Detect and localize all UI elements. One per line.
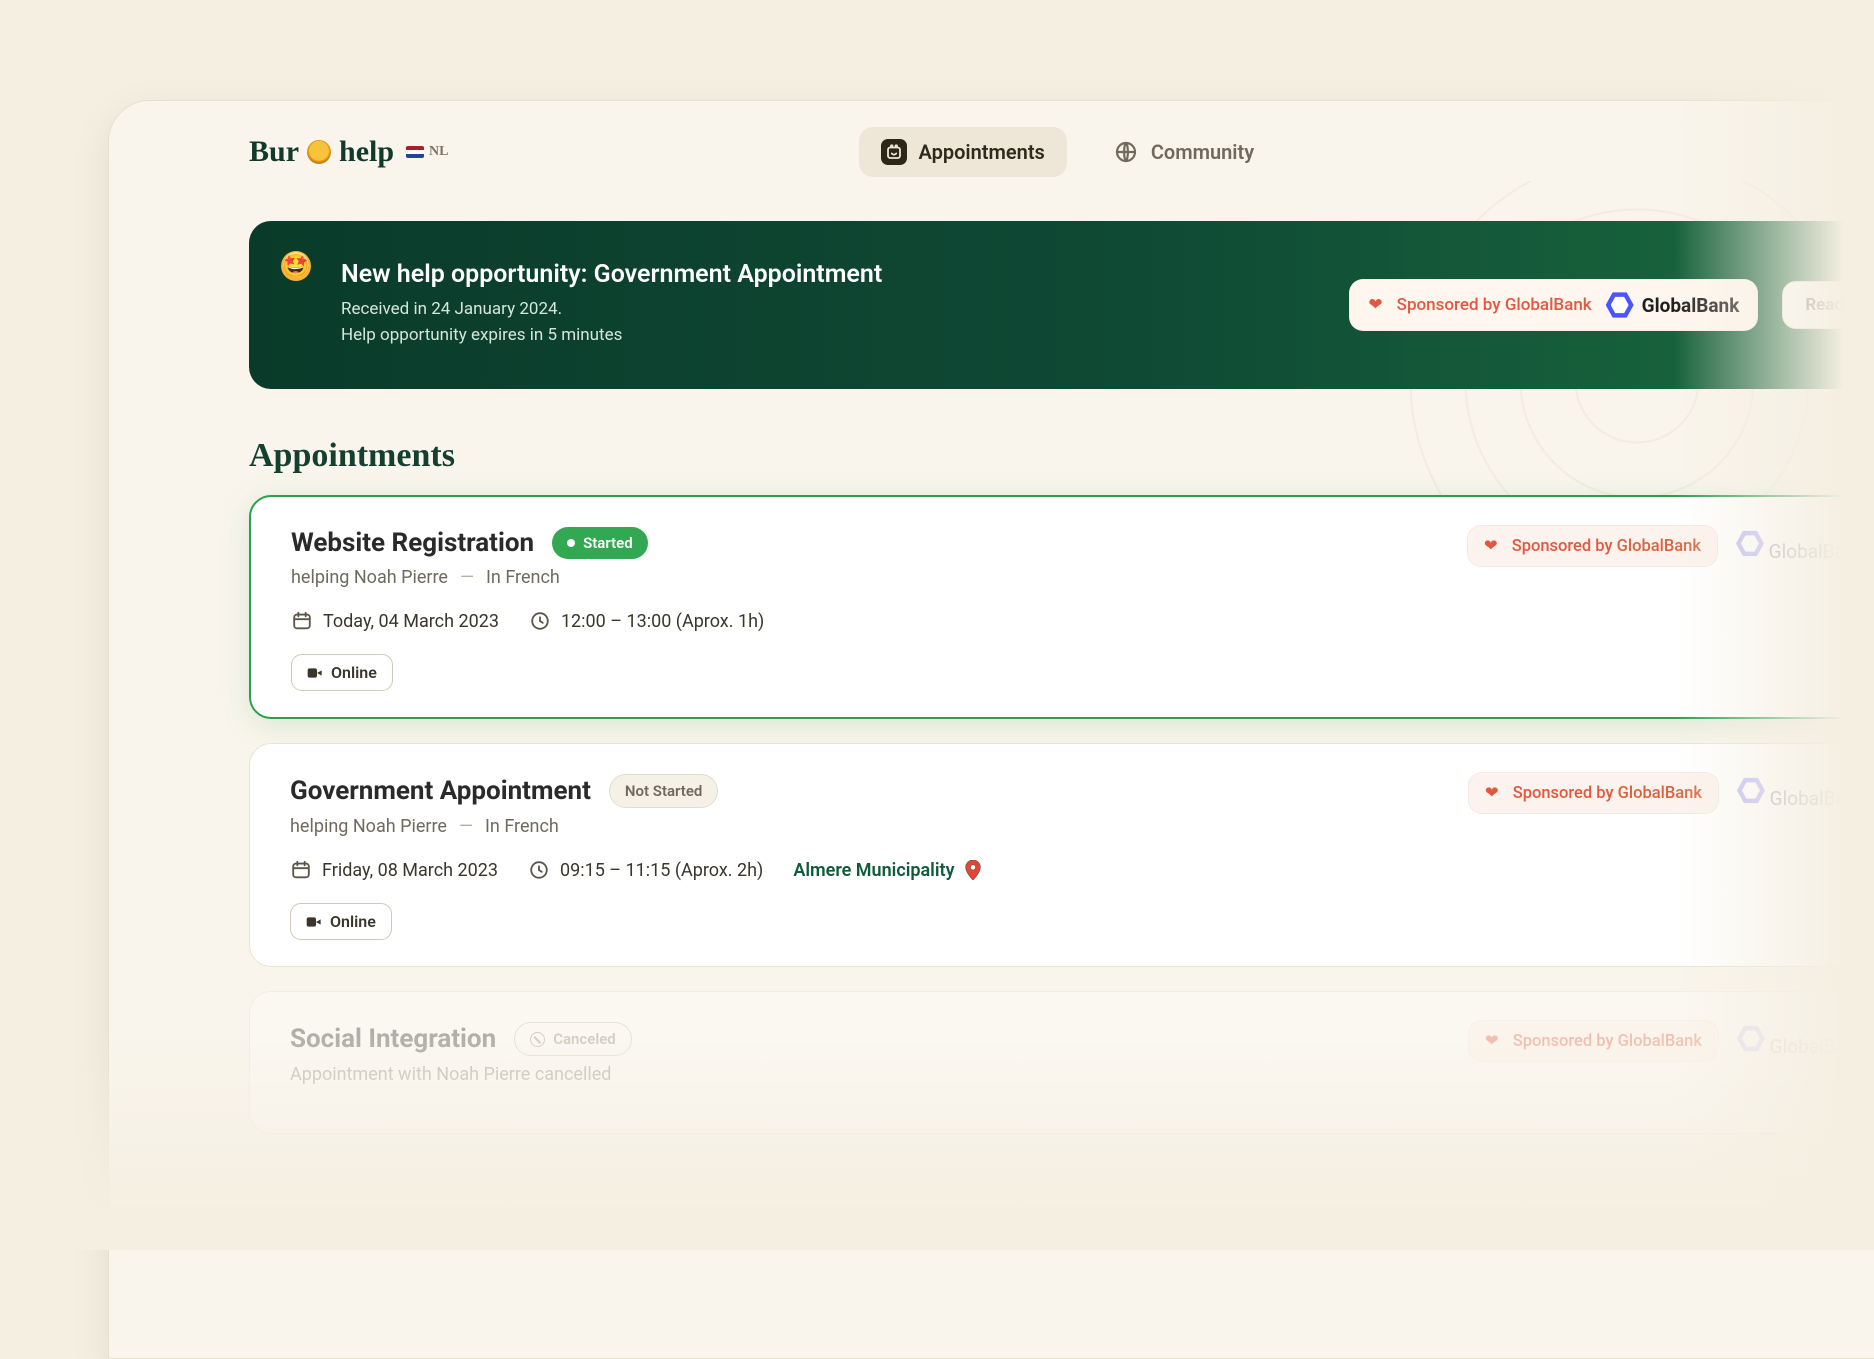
card-sponsor: ❤ Sponsored by GlobalBank GlobalBank	[1467, 525, 1865, 567]
card-time: 12:00 – 13:00 (Aprox. 1h)	[529, 610, 764, 632]
card-sponsor: ❤ Sponsored by GlobalBank GlobalBank	[1468, 772, 1866, 814]
status-label: Canceled	[553, 1030, 616, 1048]
card-subtitle: helping Noah Pierre—In French	[291, 567, 1835, 588]
card-title: Website Registration	[291, 528, 534, 558]
card-sub-lang: In French	[486, 567, 560, 588]
top-bar: Burhelp NL Appointments Commun	[109, 101, 1874, 197]
brand-icon	[307, 140, 331, 164]
card-sponsor-chip[interactable]: ❤ Sponsored by GlobalBank	[1468, 1020, 1719, 1062]
status-badge-canceled: Canceled	[514, 1022, 632, 1056]
star-eyes-icon	[281, 251, 311, 281]
status-label: Not Started	[625, 782, 702, 800]
appointment-card[interactable]: Website Registration Started helping Noa…	[249, 495, 1874, 719]
heart-icon: ❤	[1485, 783, 1499, 803]
status-badge-notstarted: Not Started	[609, 774, 718, 808]
card-sub-lead: helping Noah Pierre	[290, 816, 447, 837]
banner-sponsor-logo-text: GlobalBank	[1642, 294, 1740, 317]
appointment-card[interactable]: Government Appointment Not Started helpi…	[249, 743, 1874, 967]
banner-sponsor-name: GlobalBank	[1505, 295, 1592, 315]
banner-action-label: Read	[1805, 295, 1844, 315]
globalbank-logo-icon	[1737, 777, 1765, 805]
card-location[interactable]: Almere Municipality	[793, 860, 980, 881]
appointments-icon	[881, 139, 907, 165]
card-time: 09:15 – 11:15 (Aprox. 2h)	[528, 859, 763, 881]
nav-appointments[interactable]: Appointments	[859, 127, 1067, 177]
card-sponsor-chip[interactable]: ❤ Sponsored by GlobalBank	[1468, 772, 1719, 814]
cancel-icon	[530, 1032, 545, 1047]
banner-sponsor-chip[interactable]: ❤ Sponsored by GlobalBank GlobalBank	[1349, 279, 1758, 331]
globalbank-logo-icon	[1737, 1025, 1765, 1053]
card-sub-lead: Appointment with Noah Pierre cancelled	[290, 1064, 611, 1085]
heart-icon: ❤	[1485, 1031, 1499, 1051]
locale-badge[interactable]: NL	[406, 144, 448, 160]
section-title: Appointments	[249, 437, 1874, 475]
globalbank-logo-icon	[1606, 291, 1634, 319]
brand-logo[interactable]: Bur help NL	[249, 135, 449, 169]
map-pin-icon	[965, 860, 981, 880]
card-date: Friday, 08 March 2023	[290, 859, 498, 881]
banner-expires: Help opportunity expires in 5 minutes	[341, 325, 882, 345]
flag-nl-icon	[406, 146, 424, 158]
card-date: Today, 04 March 2023	[291, 610, 499, 632]
video-icon	[306, 916, 322, 928]
banner-sponsor-prefix: Sponsored by	[1397, 295, 1505, 315]
card-sub-lang: In French	[485, 816, 559, 837]
clock-icon	[529, 610, 551, 632]
appointment-card[interactable]: Social Integration Canceled Appointment …	[249, 991, 1874, 1134]
online-tag: Online	[290, 903, 392, 940]
community-icon	[1113, 139, 1139, 165]
video-icon	[307, 667, 323, 679]
calendar-icon	[291, 610, 313, 632]
banner-received: Received in 24 January 2024.	[341, 299, 882, 319]
calendar-icon	[290, 859, 312, 881]
heart-icon: ❤	[1368, 295, 1382, 315]
card-title: Government Appointment	[290, 776, 591, 806]
banner-title: New help opportunity: Government Appoint…	[341, 260, 882, 289]
banner-read-button[interactable]: Read	[1782, 281, 1867, 329]
card-title: Social Integration	[290, 1024, 496, 1054]
card-subtitle: helping Noah Pierre—In French	[290, 816, 1836, 837]
card-sub-lead: helping Noah Pierre	[291, 567, 448, 588]
app-frame: Burhelp NL Appointments Commun	[108, 100, 1874, 1359]
heart-icon: ❤	[1484, 536, 1498, 556]
opportunity-banner: New help opportunity: Government Appoint…	[249, 221, 1874, 389]
globalbank-logo-icon	[1736, 530, 1764, 558]
status-badge-started: Started	[552, 527, 648, 559]
primary-nav: Appointments Community	[859, 127, 1277, 177]
locale-code: NL	[429, 144, 448, 160]
card-sponsor: ❤ Sponsored by GlobalBank GlobalBank	[1468, 1020, 1866, 1062]
clock-icon	[528, 859, 550, 881]
card-sponsor-chip[interactable]: ❤ Sponsored by GlobalBank	[1467, 525, 1718, 567]
brand-pre: Bur	[249, 135, 299, 169]
online-tag: Online	[291, 654, 393, 691]
card-subtitle: Appointment with Noah Pierre cancelled	[290, 1064, 1836, 1085]
nav-appointments-label: Appointments	[919, 140, 1045, 164]
status-label: Started	[583, 534, 633, 552]
nav-community[interactable]: Community	[1091, 127, 1276, 177]
brand-post: help	[339, 135, 394, 169]
nav-community-label: Community	[1151, 140, 1254, 164]
